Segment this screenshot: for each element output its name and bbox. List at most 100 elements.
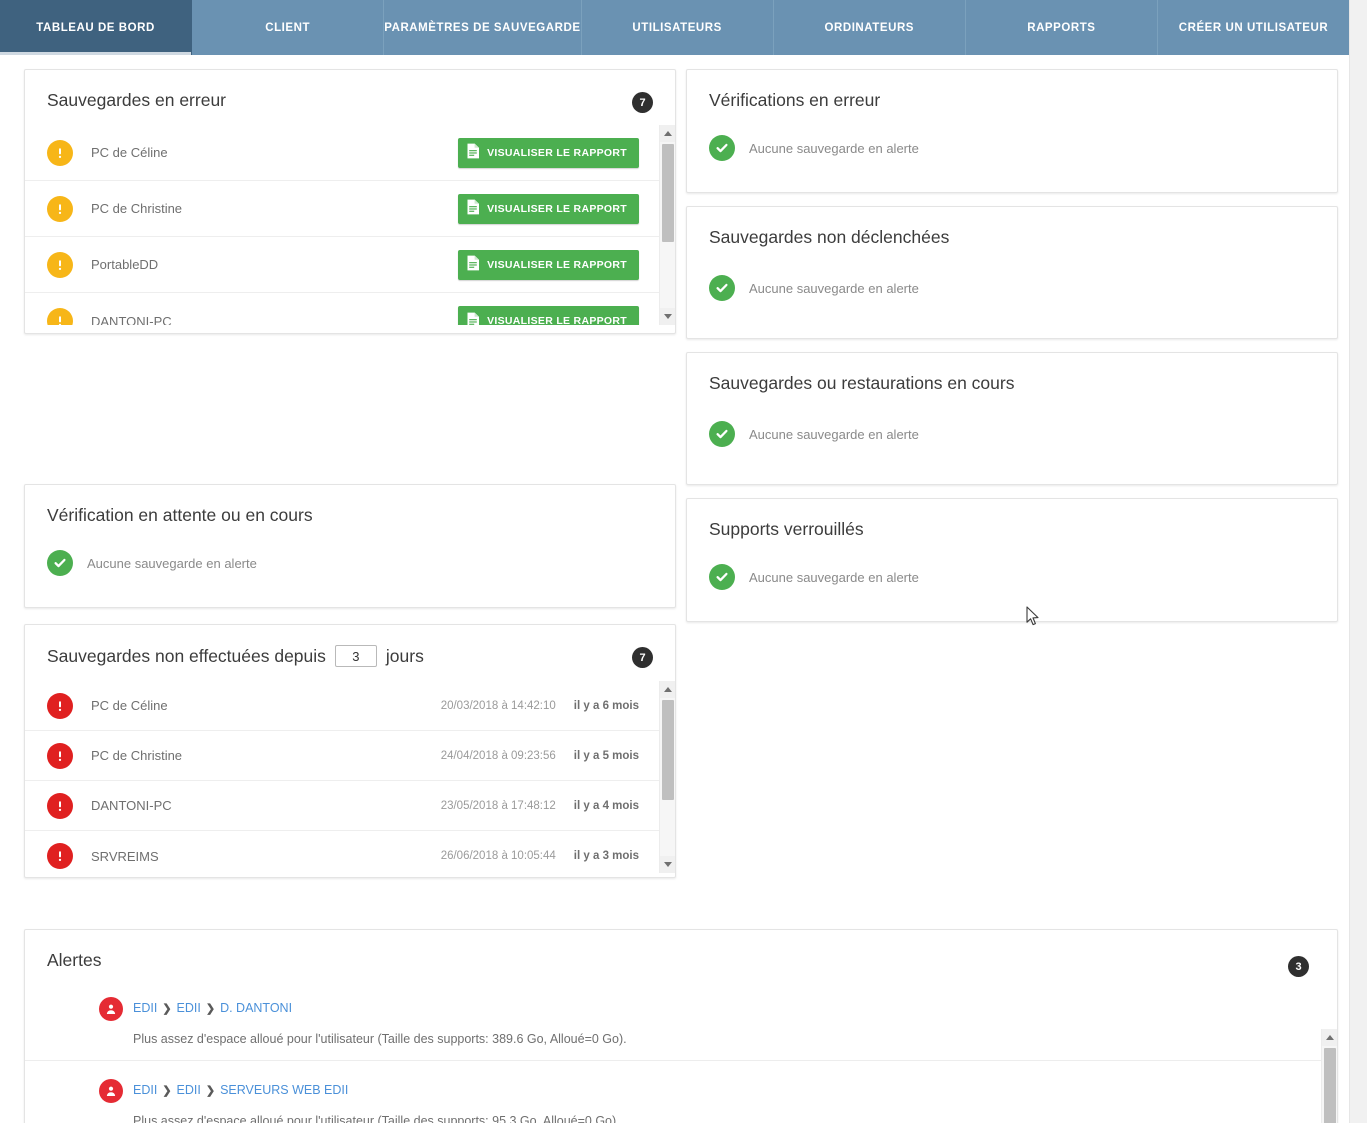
alert-message: Plus assez d'espace alloué pour l'utilis… xyxy=(133,1114,620,1123)
scroll-down-arrow-icon[interactable] xyxy=(660,308,675,325)
tab-parametres-de-sauvegarde[interactable]: PARAMÈTRES DE SAUVEGARDE xyxy=(384,0,582,55)
backups-error-list: PC de Céline VISUALISER LE RAPPORT PC de… xyxy=(25,125,661,325)
view-report-label: VISUALISER LE RAPPORT xyxy=(487,202,627,215)
row-relative-time: il y a 3 mois xyxy=(573,850,639,862)
empty-state: Aucune sauvegarde en alerte xyxy=(687,540,1337,614)
card-sauvegardes-non-declenchees: Sauvegardes non déclenchées Aucune sauve… xyxy=(686,206,1338,339)
card-supports-verrouilles: Supports verrouillés Aucune sauvegarde e… xyxy=(686,498,1338,622)
table-row[interactable]: PC de Céline VISUALISER LE RAPPORT xyxy=(25,125,661,181)
card-title-text-before: Sauvegardes non effectuées depuis xyxy=(47,645,326,666)
list-scrollbar[interactable] xyxy=(659,681,675,873)
error-circle-icon xyxy=(47,692,73,719)
view-report-label: VISUALISER LE RAPPORT xyxy=(487,315,627,325)
view-report-button[interactable]: VISUALISER LE RAPPORT xyxy=(458,249,639,280)
card-title: Supports verrouillés xyxy=(687,499,1337,540)
table-row[interactable]: DANTONI-PC VISUALISER LE RAPPORT xyxy=(25,293,661,325)
card-title-text-after: jours xyxy=(385,645,424,666)
breadcrumb-item[interactable]: EDII xyxy=(177,1083,201,1097)
tab-label: RAPPORTS xyxy=(1027,21,1096,34)
warning-circle-icon xyxy=(47,251,73,278)
row-date: 20/03/2018 à 14:42:10 xyxy=(440,699,556,712)
card-title: Sauvegardes non déclenchées xyxy=(687,207,1337,248)
breadcrumb-item[interactable]: EDII xyxy=(177,1001,201,1015)
row-relative-time: il y a 6 mois xyxy=(573,699,639,712)
card-title: Vérifications en erreur xyxy=(687,70,1337,111)
table-row[interactable]: DANTONI-PC 23/05/2018 à 17:48:12 il y a … xyxy=(25,781,661,831)
list-scrollbar[interactable] xyxy=(659,125,675,325)
view-report-button[interactable]: VISUALISER LE RAPPORT xyxy=(458,193,639,224)
list-item[interactable]: EDII ❯ EDII ❯ SERVEURS WEB EDII Plus ass… xyxy=(25,1060,1337,1123)
backups-not-done-list-wrapper: PC de Céline 20/03/2018 à 14:42:10 il y … xyxy=(25,681,675,873)
table-row[interactable]: PC de Céline 20/03/2018 à 14:42:10 il y … xyxy=(25,681,661,731)
error-circle-icon xyxy=(47,792,73,819)
view-report-button[interactable]: VISUALISER LE RAPPORT xyxy=(458,137,639,168)
tab-creer-un-utilisateur[interactable]: CRÉER UN UTILISATEUR xyxy=(1158,0,1349,55)
right-column: Vérifications en erreur Aucune sauvegard… xyxy=(686,55,1338,622)
view-report-button[interactable]: VISUALISER LE RAPPORT xyxy=(458,306,639,325)
breadcrumb-item[interactable]: D. DANTONI xyxy=(220,1001,292,1015)
table-row[interactable]: SRVREIMS 26/06/2018 à 10:05:44 il y a 3 … xyxy=(25,831,661,873)
empty-state-text: Aucune sauvegarde en alerte xyxy=(749,140,919,156)
list-item[interactable]: EDII ❯ EDII ❯ D. DANTONI Plus assez d'es… xyxy=(25,979,1337,1060)
row-computer-name: PC de Christine xyxy=(91,201,183,216)
table-row[interactable]: PortableDD VISUALISER LE RAPPORT xyxy=(25,237,661,293)
scrollbar-thumb[interactable] xyxy=(662,700,674,800)
row-computer-name: PortableDD xyxy=(91,257,159,272)
days-input[interactable] xyxy=(334,645,377,667)
alerts-list: EDII ❯ EDII ❯ D. DANTONI Plus assez d'es… xyxy=(25,971,1337,1123)
card-title: Sauvegardes en erreur xyxy=(25,70,675,111)
tab-ordinateurs[interactable]: ORDINATEURS xyxy=(774,0,966,55)
scroll-down-arrow-icon[interactable] xyxy=(660,856,675,873)
card-title-text: Supports verrouillés xyxy=(709,519,864,539)
row-date: 23/05/2018 à 17:48:12 xyxy=(440,799,556,812)
scroll-up-arrow-icon[interactable] xyxy=(1322,1029,1337,1046)
breadcrumb-item[interactable]: EDII xyxy=(133,1001,157,1015)
tab-label: ORDINATEURS xyxy=(824,21,915,34)
warning-circle-icon xyxy=(47,139,73,166)
scroll-up-arrow-icon[interactable] xyxy=(660,125,675,142)
tab-label: CRÉER UN UTILISATEUR xyxy=(1178,21,1329,34)
check-circle-icon xyxy=(709,275,735,301)
scrollbar-thumb[interactable] xyxy=(1324,1048,1336,1123)
alert-message: Plus assez d'espace alloué pour l'utilis… xyxy=(133,1032,627,1046)
card-verifications-en-erreur: Vérifications en erreur Aucune sauvegard… xyxy=(686,69,1338,193)
tab-label: TABLEAU DE BORD xyxy=(36,21,155,34)
tab-label: UTILISATEURS xyxy=(632,21,722,34)
warning-circle-icon xyxy=(47,308,73,325)
document-icon xyxy=(466,312,480,325)
left-column: Sauvegardes en erreur 7 PC de Céline VIS… xyxy=(24,55,676,878)
card-sauvegardes-en-erreur: Sauvegardes en erreur 7 PC de Céline VIS… xyxy=(24,69,676,334)
table-row[interactable]: PC de Christine VISUALISER LE RAPPORT xyxy=(25,181,661,237)
card-title-text: Vérifications en erreur xyxy=(709,90,881,110)
alert-user-icon xyxy=(99,1079,123,1103)
check-circle-icon xyxy=(709,135,735,161)
alerts-scrollbar[interactable] xyxy=(1321,1029,1337,1123)
document-icon xyxy=(466,199,480,218)
empty-state-text: Aucune sauvegarde en alerte xyxy=(87,555,257,571)
document-icon xyxy=(466,255,480,274)
scrollbar-thumb[interactable] xyxy=(662,144,674,242)
scroll-up-arrow-icon[interactable] xyxy=(660,681,675,698)
tab-tableau-de-bord[interactable]: TABLEAU DE BORD xyxy=(0,0,193,55)
breadcrumb-item[interactable]: EDII xyxy=(133,1083,157,1097)
document-icon xyxy=(466,143,480,162)
page-scrollbar-track[interactable] xyxy=(1349,0,1367,1123)
empty-state-text: Aucune sauvegarde en alerte xyxy=(749,426,919,442)
warning-circle-icon xyxy=(47,195,73,222)
card-title: Alertes xyxy=(25,930,1337,971)
tab-utilisateurs[interactable]: UTILISATEURS xyxy=(582,0,774,55)
empty-state: Aucune sauvegarde en alerte xyxy=(687,248,1337,325)
card-title-text: Sauvegardes en erreur xyxy=(47,90,226,110)
error-circle-icon xyxy=(47,742,73,769)
chevron-right-icon: ❯ xyxy=(162,1084,172,1097)
card-title: Vérification en attente ou en cours xyxy=(25,485,675,526)
tab-client[interactable]: CLIENT xyxy=(192,0,385,55)
row-computer-name: PC de Christine xyxy=(91,748,183,763)
tab-rapports[interactable]: RAPPORTS xyxy=(966,0,1158,55)
breadcrumb-item[interactable]: SERVEURS WEB EDII xyxy=(220,1083,348,1097)
empty-state-text: Aucune sauvegarde en alerte xyxy=(749,569,919,585)
card-title-text: Vérification en attente ou en cours xyxy=(47,505,313,525)
empty-state: Aucune sauvegarde en alerte xyxy=(25,526,675,600)
error-circle-icon xyxy=(47,843,73,869)
table-row[interactable]: PC de Christine 24/04/2018 à 09:23:56 il… xyxy=(25,731,661,781)
